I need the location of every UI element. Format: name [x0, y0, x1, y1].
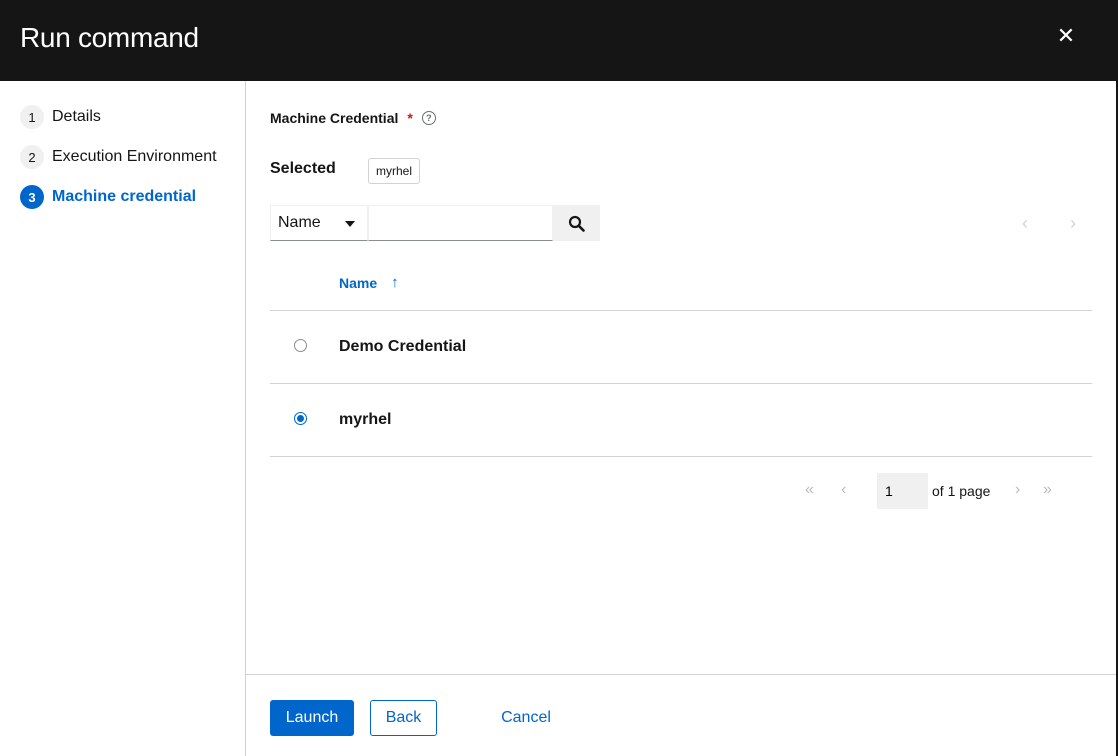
wizard-step-details[interactable]: 1 Details [20, 105, 101, 129]
close-icon[interactable]: ✕ [1052, 22, 1080, 50]
caret-down-icon [345, 221, 355, 227]
step-label: Details [52, 108, 101, 125]
step-number: 3 [20, 185, 44, 209]
question-circle-icon[interactable]: ? [421, 111, 436, 125]
back-button[interactable]: Back [370, 700, 437, 736]
wizard-step-execution-environment[interactable]: 2 Execution Environment [20, 145, 217, 169]
sort-ascending-icon: ↑ [391, 274, 399, 291]
angle-right-icon[interactable]: › [1015, 481, 1020, 499]
table-row: myrhel [270, 384, 1092, 456]
row-radio[interactable] [294, 412, 307, 425]
field-label-text: Machine Credential [270, 110, 399, 126]
column-header-label: Name [339, 274, 378, 291]
step-label: Machine credential [52, 188, 197, 205]
angle-left-icon[interactable]: ‹ [841, 481, 846, 499]
wizard-step-machine-credential[interactable]: 3 Machine credential [20, 185, 196, 209]
search-icon [568, 215, 585, 232]
selected-chip: myrhel [368, 158, 421, 184]
modal-title: Run command [20, 22, 199, 53]
search-button[interactable] [553, 205, 600, 241]
filter-field-value: Name [278, 214, 321, 231]
chevron-right-icon[interactable]: › [1070, 213, 1076, 234]
wizard-footer: Launch Back Cancel [246, 674, 1116, 756]
wizard-body: Machine Credential * ? Selected myrhel N… [246, 81, 1116, 675]
filter-field-select[interactable]: Name [270, 205, 368, 241]
page-count-text: of 1 page [932, 483, 991, 499]
step-number: 1 [20, 105, 44, 129]
page-number-input[interactable] [877, 473, 928, 509]
chevron-left-icon[interactable]: ‹ [1022, 213, 1028, 234]
credential-name: myrhel [339, 411, 392, 428]
step-number: 2 [20, 145, 44, 169]
modal-header: Run command ✕ [0, 0, 1116, 81]
credential-name: Demo Credential [339, 338, 467, 355]
machine-credential-label: Machine Credential * ? [270, 110, 436, 126]
launch-button[interactable]: Launch [270, 700, 354, 736]
table-divider [270, 456, 1092, 457]
required-marker: * [407, 110, 413, 126]
angle-double-right-icon[interactable]: » [1043, 481, 1052, 499]
row-radio[interactable] [294, 339, 307, 352]
column-header-name[interactable]: Name ↑ [339, 274, 399, 291]
angle-double-left-icon[interactable]: « [805, 481, 814, 499]
wizard-nav: 1 Details 2 Execution Environment 3 Mach… [0, 81, 246, 756]
table-row: Demo Credential [270, 311, 1092, 383]
step-label: Execution Environment [52, 148, 217, 165]
search-input[interactable] [368, 205, 553, 241]
cancel-button[interactable]: Cancel [496, 700, 556, 736]
selected-label: Selected [270, 160, 336, 177]
